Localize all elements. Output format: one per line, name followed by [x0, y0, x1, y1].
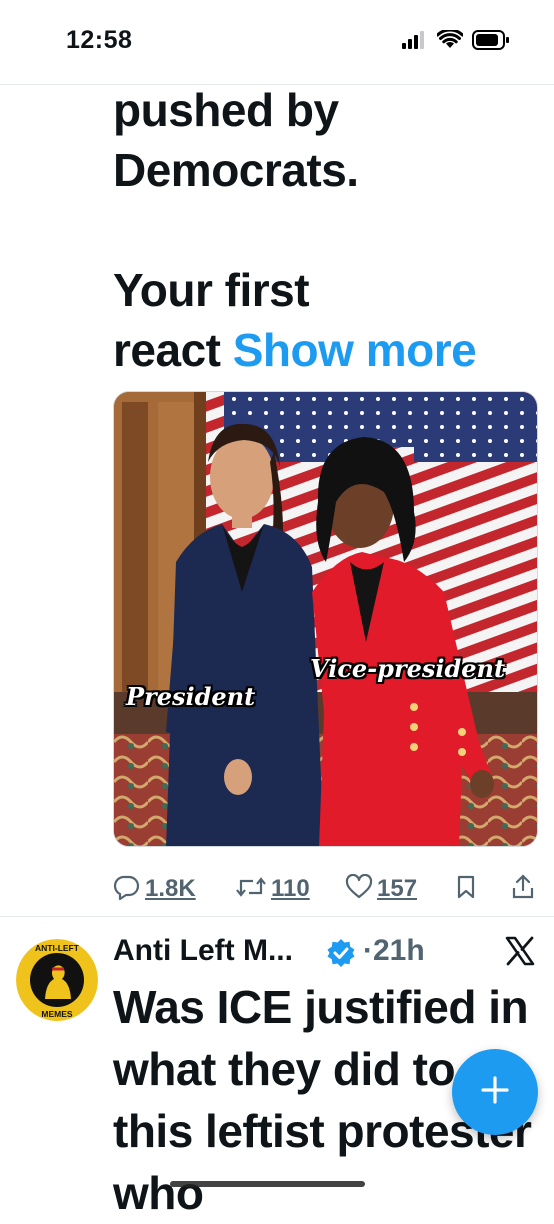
repost-icon: [235, 874, 267, 905]
bookmark-icon: [455, 874, 477, 905]
show-more-link[interactable]: Show more: [233, 324, 477, 376]
scroll-indicator: [170, 1181, 365, 1187]
tweet-text-fragment: react: [113, 324, 221, 376]
timestamp-value: 21h: [373, 934, 425, 967]
verified-badge-icon: [326, 938, 356, 973]
tweet-header: Anti Left M... ·21h: [113, 930, 538, 976]
author-name[interactable]: Anti Left M...: [113, 934, 293, 968]
tweet-text-line: pushed by: [113, 84, 339, 136]
like-button[interactable]: 157: [345, 868, 417, 910]
tweet-text-line: Democrats.: [113, 144, 359, 196]
status-bar: 12:58: [0, 0, 554, 85]
reply-count: 1.8K: [145, 875, 196, 902]
status-time: 12:58: [66, 26, 133, 54]
heart-icon: [345, 873, 373, 905]
separator-dot: ·: [363, 934, 373, 967]
tweet-actions: 1.8K 110 157: [113, 868, 538, 910]
repost-count: 110: [271, 875, 310, 902]
share-button[interactable]: [511, 868, 535, 910]
avatar-text-top: ANTI-LEFT: [35, 943, 80, 953]
reply-button[interactable]: 1.8K: [113, 868, 196, 910]
tweet-divider: [0, 916, 554, 917]
compose-button[interactable]: [452, 1049, 538, 1135]
tweet-image[interactable]: President Vice-president: [113, 391, 538, 847]
wifi-icon: [437, 30, 463, 50]
tweet-text: pushed by Democrats. Your first react Sh…: [113, 80, 533, 380]
avatar[interactable]: ANTI-LEFT MEMES: [16, 939, 98, 1021]
battery-icon: [472, 30, 510, 50]
tweet-text-line: Your first: [113, 264, 310, 316]
meme-caption-vice-president: Vice-president: [310, 654, 506, 683]
bookmark-button[interactable]: [455, 868, 477, 910]
share-icon: [511, 873, 535, 905]
repost-button[interactable]: 110: [235, 868, 310, 910]
x-logo-icon: [505, 936, 535, 971]
meme-caption-president: President: [126, 682, 256, 711]
tweet-timestamp[interactable]: ·21h: [363, 934, 425, 968]
reply-icon: [113, 874, 141, 905]
status-icons: [402, 28, 510, 52]
signal-icon: [402, 31, 428, 49]
like-count: 157: [377, 875, 418, 902]
tweet-text-line: react Show more: [113, 320, 533, 380]
anti-left-memes-logo: ANTI-LEFT MEMES: [16, 939, 98, 1021]
avatar-text-bottom: MEMES: [41, 1009, 73, 1019]
plus-icon: [479, 1074, 511, 1111]
photo-illustration: [114, 392, 537, 846]
